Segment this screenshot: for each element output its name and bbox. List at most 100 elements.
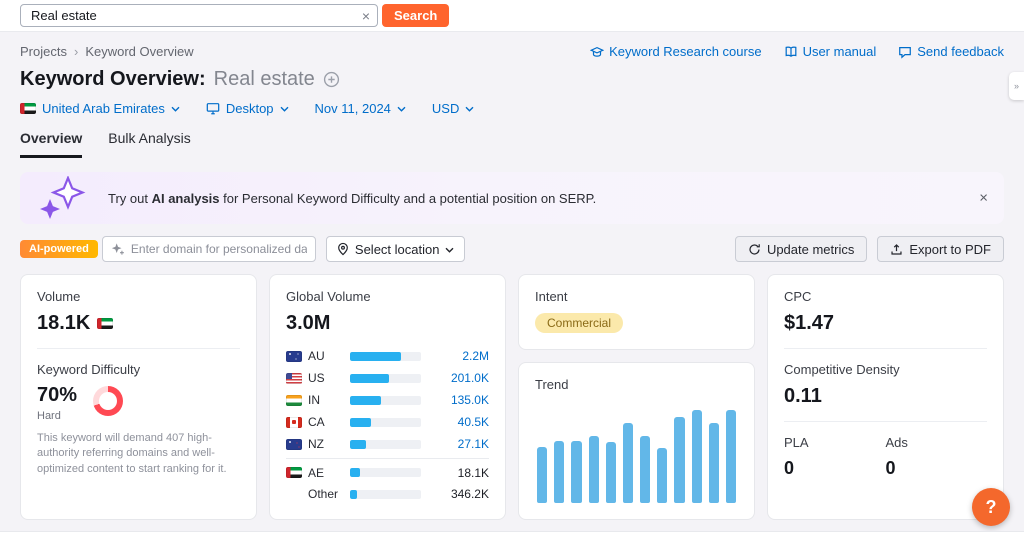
search-button[interactable]: Search	[382, 4, 450, 27]
header-help-links: Keyword Research course User manual Send…	[590, 44, 1004, 59]
trend-bar	[605, 441, 616, 503]
keyword-search-input[interactable]	[20, 4, 378, 27]
competitive-density-value: 0.11	[784, 385, 822, 407]
trend-bar	[691, 409, 702, 503]
currency-selector[interactable]: USD	[432, 101, 474, 116]
trend-bar	[571, 440, 582, 503]
global-volume-value: 3.0M	[286, 312, 331, 334]
country-volume-bar	[350, 489, 421, 499]
global-volume-card: Global Volume 3.0M AU 2.2M US 201.0K IN 135.0…	[269, 274, 506, 520]
map-pin-icon	[337, 242, 349, 256]
date-label: Nov 11, 2024	[314, 101, 391, 116]
competitive-density-title: Competitive Density	[784, 362, 900, 377]
country-volume-value[interactable]: 2.2M	[437, 349, 489, 363]
database-label: United Arab Emirates	[42, 101, 165, 116]
domain-input[interactable]	[130, 242, 307, 256]
country-code: AU	[308, 349, 325, 363]
device-label: Desktop	[225, 101, 274, 116]
next-section-edge	[0, 531, 1024, 538]
country-volume-bar	[350, 417, 421, 427]
refresh-icon	[748, 243, 761, 256]
trend-bar	[537, 446, 548, 503]
export-pdf-button[interactable]: Export to PDF	[877, 236, 1004, 262]
trend-bar	[657, 447, 668, 503]
export-pdf-label: Export to PDF	[909, 241, 991, 257]
country-volume-value[interactable]: 27.1K	[437, 437, 489, 451]
trend-bar	[725, 409, 737, 503]
ae-flag-icon	[286, 467, 302, 478]
no-flag-spacer	[286, 489, 302, 500]
cpc-title: CPC	[784, 289, 812, 304]
country-code: NZ	[308, 437, 324, 451]
breadcrumb-projects[interactable]: Projects	[20, 44, 67, 59]
database-selector[interactable]: United Arab Emirates	[20, 101, 180, 116]
keyword-difficulty-title: Keyword Difficulty	[37, 362, 141, 377]
trend-bar	[554, 440, 565, 503]
banner-close-icon[interactable]: ×	[979, 190, 988, 207]
ads-title: Ads	[885, 435, 908, 450]
tab-overview[interactable]: Overview	[20, 130, 83, 158]
country-code: US	[308, 371, 325, 385]
manual-link-label: User manual	[802, 44, 877, 59]
banner-text: Try out AI analysis for Personal Keyword…	[108, 191, 596, 206]
trend-title: Trend	[535, 377, 569, 392]
book-icon	[784, 45, 798, 59]
chevron-down-icon	[445, 247, 454, 253]
graduation-cap-icon	[590, 45, 605, 59]
global-volume-title: Global Volume	[286, 289, 371, 304]
country-volume-value[interactable]: 135.0K	[437, 393, 489, 407]
country-volume-bar	[350, 395, 421, 405]
chevron-down-icon	[465, 106, 474, 112]
intent-commercial-badge: Commercial	[535, 313, 624, 333]
country-volume-value: 346.2K	[450, 487, 489, 501]
keyword-difficulty-level: Hard	[37, 410, 61, 422]
trend-card: Trend	[518, 362, 755, 520]
breadcrumb-current: Keyword Overview	[85, 44, 194, 59]
au-flag-icon	[286, 350, 302, 362]
trend-bar	[588, 435, 599, 503]
update-metrics-label: Update metrics	[766, 241, 855, 257]
in-flag-icon	[286, 394, 302, 406]
kd-donut-chart	[93, 386, 124, 416]
pla-value: 0	[784, 458, 795, 478]
chevron-down-icon	[171, 106, 180, 112]
banner-text-bold: AI analysis	[151, 190, 220, 206]
location-select-label: Select location	[354, 241, 440, 257]
keyword-research-course-link[interactable]: Keyword Research course	[590, 44, 762, 59]
country-volume-value[interactable]: 40.5K	[437, 415, 489, 429]
country-volume-value: 18.1K	[457, 465, 489, 480]
country-volume-bar	[350, 373, 421, 383]
page-title: Keyword Overview:	[20, 68, 206, 90]
ads-value: 0	[885, 458, 896, 478]
global-volume-row: Other 346.2K	[286, 483, 489, 505]
domain-input-box	[101, 236, 316, 262]
location-select[interactable]: Select location	[325, 236, 466, 262]
banner-text-prefix: Try out	[108, 190, 152, 206]
device-selector[interactable]: Desktop	[206, 101, 289, 116]
volume-title: Volume	[37, 289, 81, 304]
global-volume-row: CA 40.5K	[286, 411, 489, 433]
help-button[interactable]: ?	[972, 488, 1010, 526]
add-keyword-icon[interactable]	[323, 71, 340, 88]
side-panel-toggle[interactable]: »	[1009, 72, 1024, 100]
speech-bubble-icon	[898, 45, 912, 59]
country-volume-bar	[350, 468, 421, 477]
country-volume-bar	[350, 439, 421, 449]
update-metrics-button[interactable]: Update metrics	[734, 236, 868, 262]
user-manual-link[interactable]: User manual	[784, 44, 877, 59]
breadcrumb-separator-icon: ›	[73, 44, 79, 59]
cpc-value: $1.47	[784, 312, 835, 334]
country-code: AE	[308, 465, 325, 480]
trend-bar-chart	[535, 404, 738, 505]
send-feedback-link[interactable]: Send feedback	[898, 44, 1004, 59]
chevron-down-icon	[280, 106, 289, 112]
tab-bulk-analysis[interactable]: Bulk Analysis	[108, 130, 190, 158]
country-volume-value[interactable]: 201.0K	[437, 371, 489, 385]
clear-search-icon[interactable]: ×	[362, 9, 370, 23]
intent-card: Intent Commercial	[518, 274, 755, 350]
date-selector[interactable]: Nov 11, 2024	[315, 101, 406, 116]
global-volume-row: NZ 27.1K	[286, 433, 489, 455]
search-field-wrap: ×	[20, 4, 378, 27]
ca-flag-icon	[286, 416, 302, 428]
ai-analysis-banner: Try out AI analysis for Personal Keyword…	[20, 172, 1004, 224]
